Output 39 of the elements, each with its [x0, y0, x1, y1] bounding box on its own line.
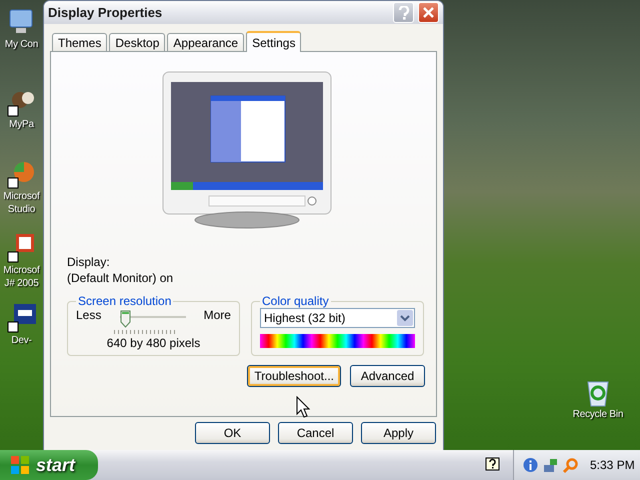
close-button[interactable]	[418, 2, 439, 23]
clock[interactable]: 5:33 PM	[590, 458, 635, 472]
info-icon[interactable]	[522, 456, 539, 474]
slider-min-label: Less	[76, 308, 102, 322]
slider-thumb[interactable]	[120, 310, 130, 328]
desktop-icon-label[interactable]: Dev-	[11, 334, 32, 347]
display-value: (Default Monitor) on	[67, 270, 174, 286]
network-icon[interactable]	[542, 456, 559, 474]
window-title: Display Properties	[48, 5, 164, 20]
panel-button[interactable]: Troubleshoot...	[247, 365, 341, 387]
desktop-icon-label[interactable]: Microsof Studio	[3, 190, 40, 216]
dialog-button[interactable]: OK	[195, 422, 270, 444]
desktop-icon-label[interactable]: Recycle Bin	[572, 408, 624, 421]
start-button[interactable]: start	[0, 450, 98, 480]
display-label: Display:	[67, 254, 111, 270]
magnifier-icon[interactable]	[562, 456, 579, 474]
help-button[interactable]	[393, 2, 414, 23]
dialog-button[interactable]: Cancel	[278, 422, 353, 444]
help-icon	[398, 6, 410, 20]
tab[interactable]: Appearance	[167, 33, 244, 51]
mouse-pointer-icon	[296, 396, 310, 418]
resolution-value: 640 by 480 pixels	[106, 336, 202, 350]
slider-max-label: More	[204, 308, 231, 322]
group-title: Screen resolution	[77, 294, 172, 308]
tab[interactable]: Settings	[246, 31, 302, 52]
program-shortcut-icon	[6, 302, 38, 334]
panel-button[interactable]: Advanced	[350, 365, 425, 387]
desktop-icon-label[interactable]: Microsof J# 2005	[3, 264, 40, 290]
desktop-icon-label[interactable]: MyPa	[9, 118, 34, 131]
desktop-icon-label[interactable]: My Con	[4, 38, 38, 51]
tab[interactable]: Desktop	[109, 33, 166, 51]
group-title: Color quality	[261, 294, 330, 308]
windows-logo	[10, 455, 30, 475]
resolution-slider[interactable]	[120, 310, 186, 328]
tab[interactable]: Themes	[52, 33, 108, 51]
color-quality-dropdown[interactable]: Highest (32 bit)	[260, 308, 415, 328]
close-icon	[423, 7, 434, 18]
dialog-button[interactable]: Apply	[361, 422, 436, 444]
help-bubble-icon[interactable]	[485, 457, 501, 473]
